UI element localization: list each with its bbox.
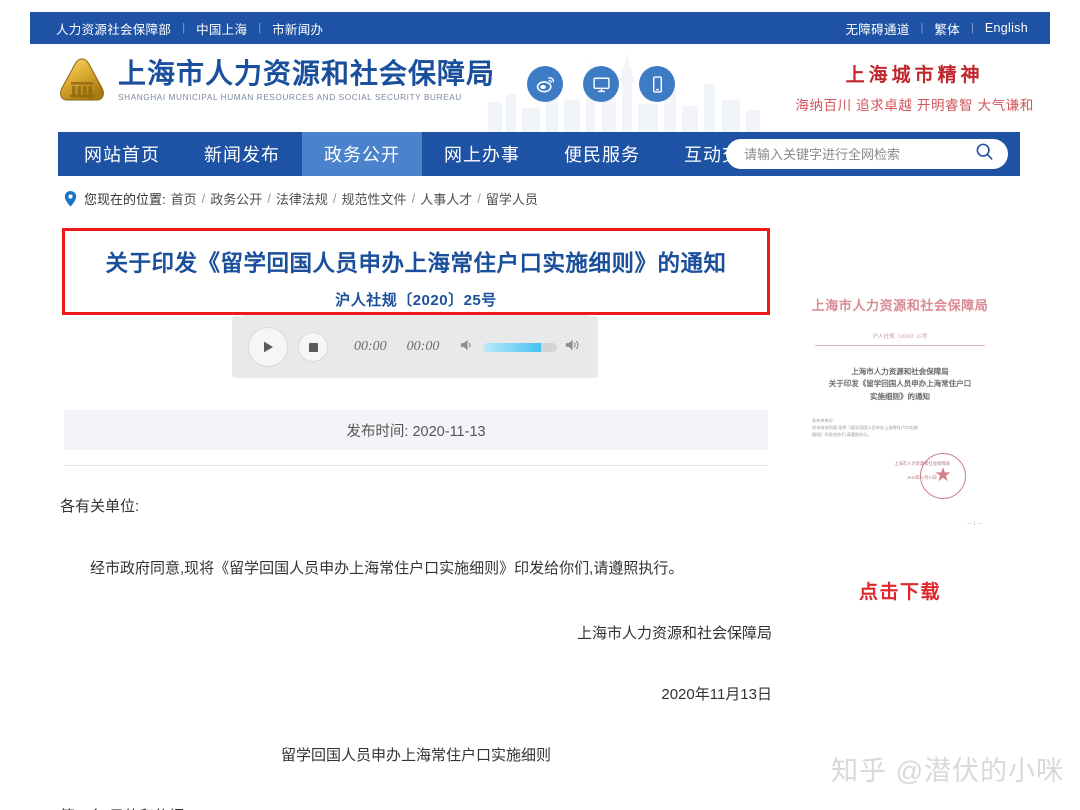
search-icon[interactable] <box>975 142 994 166</box>
document-thumbnail[interactable]: 上海市人力资源和社会保障局 沪人社规〔2020〕25号 上海市人力资源和社会保障… <box>800 285 1000 553</box>
nav-item-online-services[interactable]: 网上办事 <box>422 132 542 176</box>
volume-slider-fill <box>483 343 541 352</box>
download-link[interactable]: 点击下载 <box>800 577 1000 604</box>
breadcrumb: 您现在的位置: 首页 / 政务公开 / 法律法规 / 规范性文件 / 人事人才 … <box>64 189 538 208</box>
breadcrumb-item-normative[interactable]: 规范性文件 <box>342 189 407 208</box>
article-subheading: 留学回国人员申办上海常住户口实施细则 <box>60 744 772 765</box>
city-spirit-title: 上海城市精神 <box>795 60 1034 87</box>
audio-player: 00:00 00:00 <box>232 316 598 378</box>
stop-button[interactable] <box>298 332 328 362</box>
breadcrumb-item-laws[interactable]: 法律法规 <box>276 189 328 208</box>
doc-preview-title: 上海市人力资源和社会保障局 关于印发《留学回国人员申办上海常住户口 实施细则》的… <box>814 366 986 403</box>
current-time: 00:00 <box>354 339 387 355</box>
doc-preview-seal-org: 上海市人力资源和社会保障局 <box>866 461 978 467</box>
article-body: 各有关单位: 经市政府同意,现将《留学回国人员申办上海常住户口实施细则》印发给你… <box>60 495 772 810</box>
zhihu-watermark: 知乎 @潜伏的小咪 <box>831 749 1064 788</box>
site-logo[interactable]: 上海市人力资源和社会保障局 SHANGHAI MUNICIPAL HUMAN R… <box>56 56 495 104</box>
doc-preview-body-line: 经市政府同意,现将《留学回国人员申办上海常住户口实施 <box>812 424 988 431</box>
logo-title-cn: 上海市人力资源和社会保障局 <box>118 58 495 89</box>
social-icon-group <box>527 66 675 102</box>
top-separator: | <box>182 22 185 34</box>
volume-control <box>460 338 582 357</box>
desktop-icon[interactable] <box>583 66 619 102</box>
article-signature-org: 上海市人力资源和社会保障局 <box>60 622 772 643</box>
breadcrumb-separator: / <box>202 191 206 206</box>
top-links-right: 无障碍通道 | 繁体 | English <box>846 19 1028 38</box>
article-paragraph: 各有关单位: <box>60 495 772 516</box>
breadcrumb-item-overseas[interactable]: 留学人员 <box>486 189 538 208</box>
top-separator: | <box>971 22 974 34</box>
masthead: 上海市人力资源和社会保障局 SHANGHAI MUNICIPAL HUMAN R… <box>30 44 1050 132</box>
doc-preview-body-line: 细则》印发给你们,请遵照执行。 <box>812 431 988 438</box>
bureau-emblem-icon <box>56 56 108 104</box>
title-highlight-box: 关于印发《留学回国人员申办上海常住户口实施细则》的通知 沪人社规〔2020〕25… <box>62 228 770 315</box>
doc-preview-header: 上海市人力资源和社会保障局 <box>800 295 1000 314</box>
page-title: 关于印发《留学回国人员申办上海常住户口实施细则》的通知 <box>65 246 767 278</box>
volume-low-icon[interactable] <box>460 338 475 357</box>
breadcrumb-separator: / <box>412 191 416 206</box>
breadcrumb-separator: / <box>333 191 337 206</box>
article-signature-date: 2020年11月13日 <box>60 683 772 704</box>
doc-preview-number: 沪人社规〔2020〕25号 <box>800 332 1000 340</box>
city-spirit-block: 上海城市精神 海纳百川 追求卓越 开明睿智 大气谦和 <box>795 60 1034 114</box>
doc-preview-rule <box>815 345 985 346</box>
doc-preview-seal-date: 2020年11月13日 <box>866 475 978 481</box>
doc-preview-title-line: 上海市人力资源和社会保障局 <box>814 366 986 378</box>
breadcrumb-separator: / <box>267 191 271 206</box>
top-utility-bar: 人力资源社会保障部 | 中国上海 | 市新闻办 无障碍通道 | 繁体 | Eng… <box>30 12 1050 44</box>
breadcrumb-item-home[interactable]: 首页 <box>171 189 197 208</box>
logo-title-en: SHANGHAI MUNICIPAL HUMAN RESOURCES AND S… <box>118 92 495 102</box>
volume-high-icon[interactable] <box>565 338 582 357</box>
doc-preview-page-mark: — 1 — <box>967 522 982 527</box>
search-box[interactable] <box>726 139 1008 169</box>
top-link-traditional[interactable]: 繁体 <box>934 19 960 38</box>
nav-item-news[interactable]: 新闻发布 <box>182 132 302 176</box>
top-link-pressoffice[interactable]: 市新闻办 <box>272 19 323 38</box>
top-links-left: 人力资源社会保障部 | 中国上海 | 市新闻办 <box>56 19 323 38</box>
top-link-ministry[interactable]: 人力资源社会保障部 <box>56 19 171 38</box>
breadcrumb-label: 您现在的位置: <box>84 189 166 208</box>
article-paragraph: 经市政府同意,现将《留学回国人员申办上海常住户口实施细则》印发给你们,请遵照执行… <box>60 556 772 582</box>
total-time: 00:00 <box>407 339 440 355</box>
publish-info-bar: 发布时间: 2020-11-13 <box>64 410 768 450</box>
top-separator: | <box>258 22 261 34</box>
main-navigation: 网站首页 新闻发布 政务公开 网上办事 便民服务 互动交流 <box>58 132 1020 176</box>
article-clause: 第一条 目的和依据 <box>60 805 772 810</box>
city-spirit-subtitle: 海纳百川 追求卓越 开明睿智 大气谦和 <box>795 94 1034 114</box>
top-link-accessibility[interactable]: 无障碍通道 <box>846 19 910 38</box>
page-root: 人力资源社会保障部 | 中国上海 | 市新闻办 无障碍通道 | 繁体 | Eng… <box>0 0 1080 810</box>
search-input[interactable] <box>744 147 975 162</box>
weibo-icon[interactable] <box>527 66 563 102</box>
top-link-shanghai[interactable]: 中国上海 <box>196 19 247 38</box>
content-divider <box>64 465 768 466</box>
doc-preview-body-line: 各有关单位: <box>812 417 988 424</box>
doc-preview-body: 各有关单位: 经市政府同意,现将《留学回国人员申办上海常住户口实施 细则》印发给… <box>812 417 988 438</box>
volume-slider[interactable] <box>483 343 557 352</box>
play-button[interactable] <box>248 327 288 367</box>
logo-text-block: 上海市人力资源和社会保障局 SHANGHAI MUNICIPAL HUMAN R… <box>118 58 495 102</box>
doc-preview-title-line: 实施细则》的通知 <box>814 391 986 403</box>
top-link-english[interactable]: English <box>985 21 1028 35</box>
document-preview-sidebar: 上海市人力资源和社会保障局 沪人社规〔2020〕25号 上海市人力资源和社会保障… <box>800 285 1000 604</box>
nav-item-home[interactable]: 网站首页 <box>58 132 182 176</box>
nav-item-public-services[interactable]: 便民服务 <box>542 132 662 176</box>
mobile-icon[interactable] <box>639 66 675 102</box>
nav-item-government-affairs[interactable]: 政务公开 <box>302 132 422 176</box>
audio-time-display: 00:00 00:00 <box>354 339 459 355</box>
doc-preview-title-line: 关于印发《留学回国人员申办上海常住户口 <box>814 378 986 390</box>
breadcrumb-item-govaffairs[interactable]: 政务公开 <box>210 189 262 208</box>
document-number: 沪人社规〔2020〕25号 <box>65 289 767 310</box>
top-separator: | <box>921 22 924 34</box>
location-pin-icon <box>64 191 77 207</box>
breadcrumb-separator: / <box>477 191 481 206</box>
publish-time: 发布时间: 2020-11-13 <box>346 420 485 441</box>
breadcrumb-item-personnel[interactable]: 人事人才 <box>420 189 472 208</box>
